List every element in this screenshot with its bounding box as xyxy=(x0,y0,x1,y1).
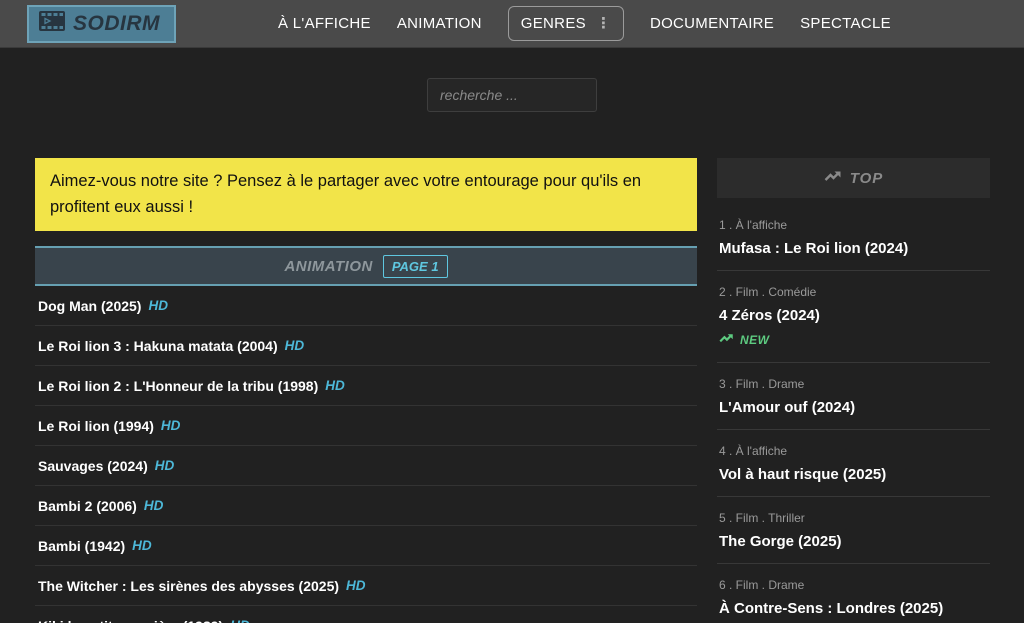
top-item-title: Mufasa : Le Roi lion (2024) xyxy=(719,240,988,257)
top-item[interactable]: 5 . Film . Thriller The Gorge (2025) xyxy=(717,497,990,564)
top-item[interactable]: 3 . Film . Drame L'Amour ouf (2024) xyxy=(717,363,990,430)
trending-up-icon xyxy=(824,169,842,188)
navbar: SODIRM À L'AFFICHE ANIMATION GENRES ⋮ DO… xyxy=(0,0,1024,48)
top-item[interactable]: 4 . À l'affiche Vol à haut risque (2025) xyxy=(717,430,990,497)
new-badge-row: NEW xyxy=(719,331,988,349)
movie-title: Bambi (1942) xyxy=(38,538,125,554)
top-title: TOP xyxy=(850,170,884,187)
hd-badge: HD xyxy=(148,298,168,313)
nav-links: À L'AFFICHE ANIMATION GENRES ⋮ DOCUMENTA… xyxy=(278,6,891,41)
search-input[interactable] xyxy=(427,78,597,112)
nav-item-spectacle[interactable]: SPECTACLE xyxy=(800,15,891,32)
movie-row[interactable]: Bambi (1942) HD xyxy=(35,526,697,566)
hd-badge: HD xyxy=(161,418,181,433)
search-section xyxy=(0,48,1024,112)
main-column: Aimez-vous notre site ? Pensez à le part… xyxy=(35,158,697,623)
top-item-title: L'Amour ouf (2024) xyxy=(719,399,988,416)
top-item-rank-label: 1 . À l'affiche xyxy=(719,218,988,232)
list-header: ANIMATION PAGE 1 xyxy=(35,246,697,286)
movie-title: Dog Man (2025) xyxy=(38,298,141,314)
top-header: TOP xyxy=(717,158,990,198)
movie-title: The Witcher : Les sirènes des abysses (2… xyxy=(38,578,339,594)
top-item-title: The Gorge (2025) xyxy=(719,533,988,550)
movie-row[interactable]: Kiki la petite sorcière (1989) HD xyxy=(35,606,697,623)
top-list: 1 . À l'affiche Mufasa : Le Roi lion (20… xyxy=(717,204,990,623)
hd-badge: HD xyxy=(346,578,366,593)
movie-list: Dog Man (2025) HD Le Roi lion 3 : Hakuna… xyxy=(35,286,697,623)
movie-title: Bambi 2 (2006) xyxy=(38,498,137,514)
top-sidebar: TOP 1 . À l'affiche Mufasa : Le Roi lion… xyxy=(717,158,990,623)
movie-title: Le Roi lion 2 : L'Honneur de la tribu (1… xyxy=(38,378,318,394)
vertical-dots-icon: ⋮ xyxy=(596,16,611,31)
movie-row[interactable]: Bambi 2 (2006) HD xyxy=(35,486,697,526)
movie-row[interactable]: Le Roi lion 2 : L'Honneur de la tribu (1… xyxy=(35,366,697,406)
top-item-rank-label: 6 . Film . Drame xyxy=(719,578,988,592)
trending-up-icon xyxy=(719,331,734,349)
movie-row[interactable]: The Witcher : Les sirènes des abysses (2… xyxy=(35,566,697,606)
list-category-label: ANIMATION xyxy=(284,258,372,275)
nav-item-a-laffiche[interactable]: À L'AFFICHE xyxy=(278,15,371,32)
top-item-title: Vol à haut risque (2025) xyxy=(719,466,988,483)
movie-title: Le Roi lion (1994) xyxy=(38,418,154,434)
top-item-rank-label: 5 . Film . Thriller xyxy=(719,511,988,525)
content: Aimez-vous notre site ? Pensez à le part… xyxy=(0,112,1024,623)
movie-row[interactable]: Le Roi lion 3 : Hakuna matata (2004) HD xyxy=(35,326,697,366)
hd-badge: HD xyxy=(285,338,305,353)
filmstrip-icon xyxy=(39,11,65,36)
nav-item-documentaire[interactable]: DOCUMENTAIRE xyxy=(650,15,774,32)
nav-item-animation[interactable]: ANIMATION xyxy=(397,15,482,32)
top-item-rank-label: 4 . À l'affiche xyxy=(719,444,988,458)
movie-row[interactable]: Sauvages (2024) HD xyxy=(35,446,697,486)
movie-title: Kiki la petite sorcière (1989) xyxy=(38,618,223,623)
top-item[interactable]: 1 . À l'affiche Mufasa : Le Roi lion (20… xyxy=(717,204,990,271)
hd-badge: HD xyxy=(325,378,345,393)
site-logo[interactable]: SODIRM xyxy=(27,5,176,43)
hd-badge: HD xyxy=(144,498,164,513)
hd-badge: HD xyxy=(230,618,250,623)
hd-badge: HD xyxy=(155,458,175,473)
nav-item-genres-label: GENRES xyxy=(521,15,586,32)
nav-item-genres[interactable]: GENRES ⋮ xyxy=(508,6,624,41)
movie-title: Sauvages (2024) xyxy=(38,458,148,474)
top-item-title: 4 Zéros (2024) xyxy=(719,307,988,324)
page-badge[interactable]: PAGE 1 xyxy=(383,255,448,278)
top-item-title: À Contre-Sens : Londres (2025) xyxy=(719,600,988,617)
movie-title: Le Roi lion 3 : Hakuna matata (2004) xyxy=(38,338,278,354)
site-logo-text: SODIRM xyxy=(73,12,160,36)
new-badge: NEW xyxy=(740,333,770,347)
movie-row[interactable]: Le Roi lion (1994) HD xyxy=(35,406,697,446)
movie-row[interactable]: Dog Man (2025) HD xyxy=(35,286,697,326)
hd-badge: HD xyxy=(132,538,152,553)
top-item-rank-label: 2 . Film . Comédie xyxy=(719,285,988,299)
top-item[interactable]: 6 . Film . Drame À Contre-Sens : Londres… xyxy=(717,564,990,623)
top-item[interactable]: 2 . Film . Comédie 4 Zéros (2024) NEW xyxy=(717,271,990,363)
top-item-rank-label: 3 . Film . Drame xyxy=(719,377,988,391)
share-banner: Aimez-vous notre site ? Pensez à le part… xyxy=(35,158,697,231)
